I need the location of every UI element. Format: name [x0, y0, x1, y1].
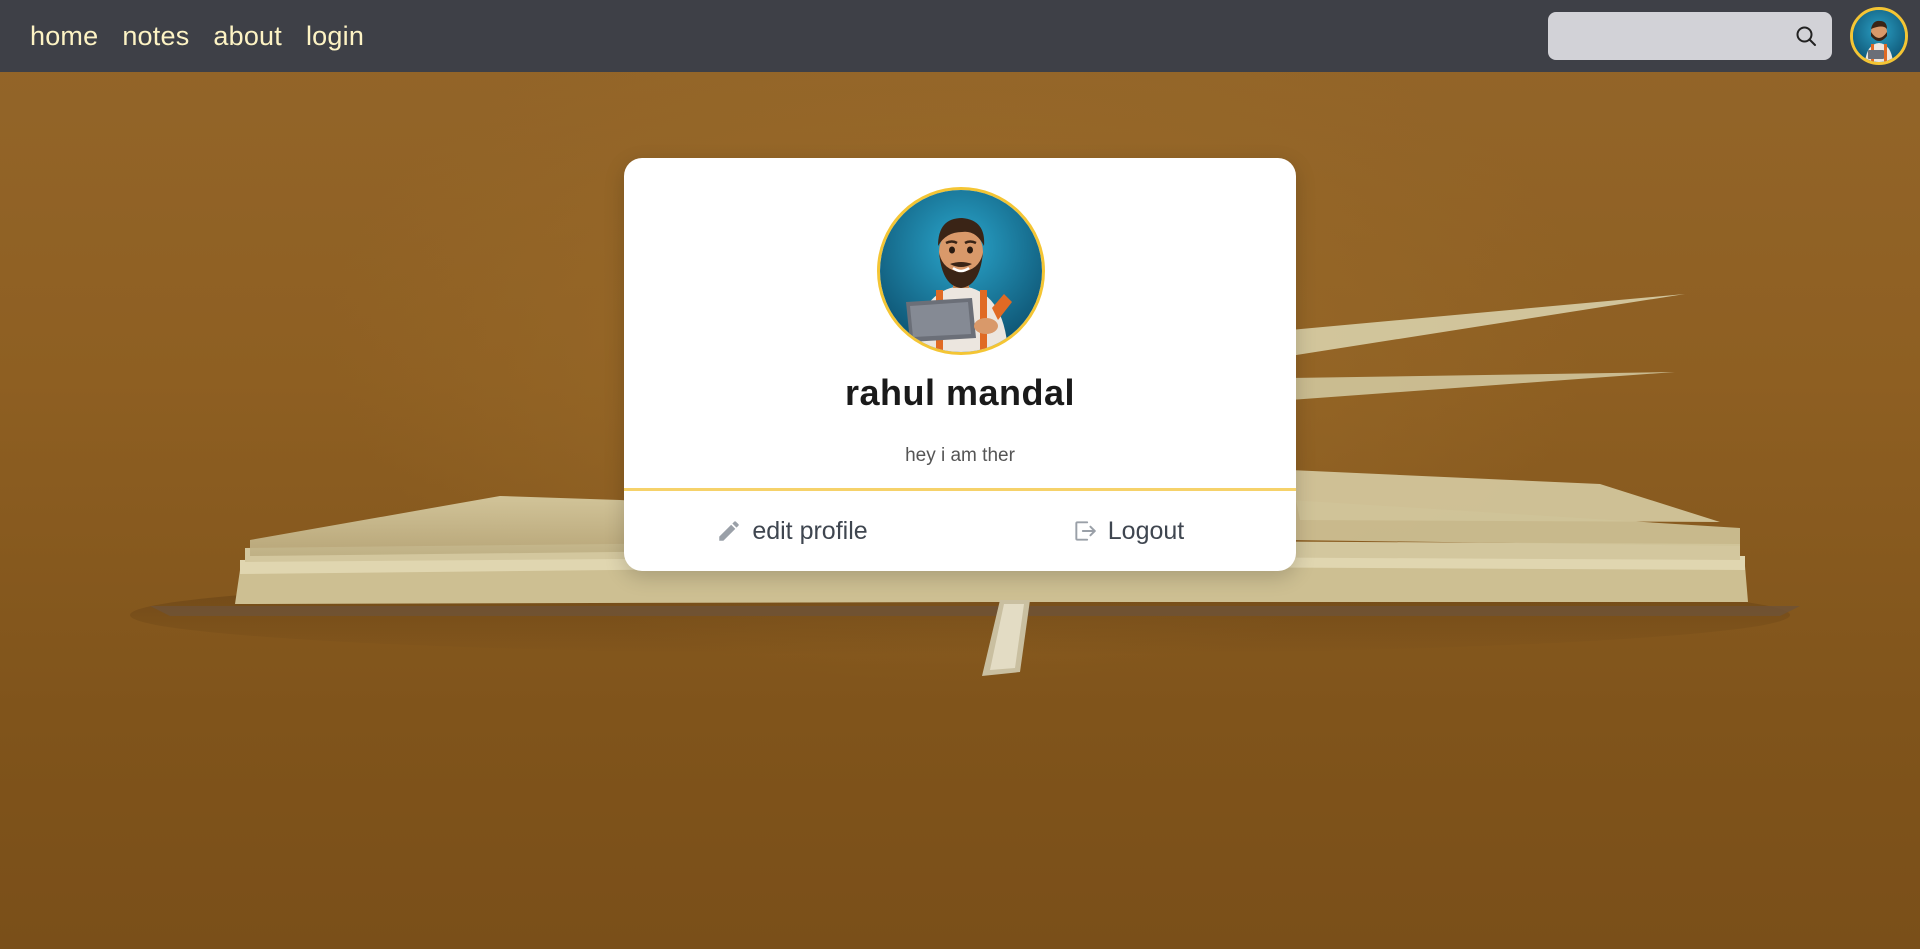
edit-profile-label: edit profile [752, 516, 868, 545]
search-icon[interactable] [1794, 24, 1818, 48]
nav-link-login[interactable]: login [306, 21, 364, 52]
nav-link-notes[interactable]: notes [122, 21, 189, 52]
top-navbar: home notes about login [0, 0, 1920, 72]
profile-avatar [877, 187, 1045, 355]
logout-button[interactable]: Logout [960, 491, 1296, 571]
profile-card: rahul mandal hey i am ther edit profile … [624, 158, 1296, 571]
avatar-illustration [1853, 10, 1905, 62]
edit-profile-button[interactable]: edit profile [624, 491, 960, 571]
profile-name: rahul mandal [844, 372, 1076, 413]
nav-right [1548, 7, 1908, 65]
nav-link-about[interactable]: about [213, 21, 282, 52]
search-input[interactable] [1548, 12, 1832, 60]
pencil-icon [719, 521, 740, 541]
nav-link-home[interactable]: home [30, 21, 98, 52]
nav-links: home notes about login [30, 21, 364, 52]
search-box [1548, 12, 1832, 60]
avatar-illustration [880, 190, 1042, 352]
profile-bio: hey i am ther [905, 445, 1015, 466]
nav-avatar[interactable] [1850, 7, 1908, 65]
logout-label: Logout [1107, 516, 1185, 545]
card-actions: edit profile Logout [624, 491, 1296, 571]
logout-icon [1075, 521, 1096, 541]
